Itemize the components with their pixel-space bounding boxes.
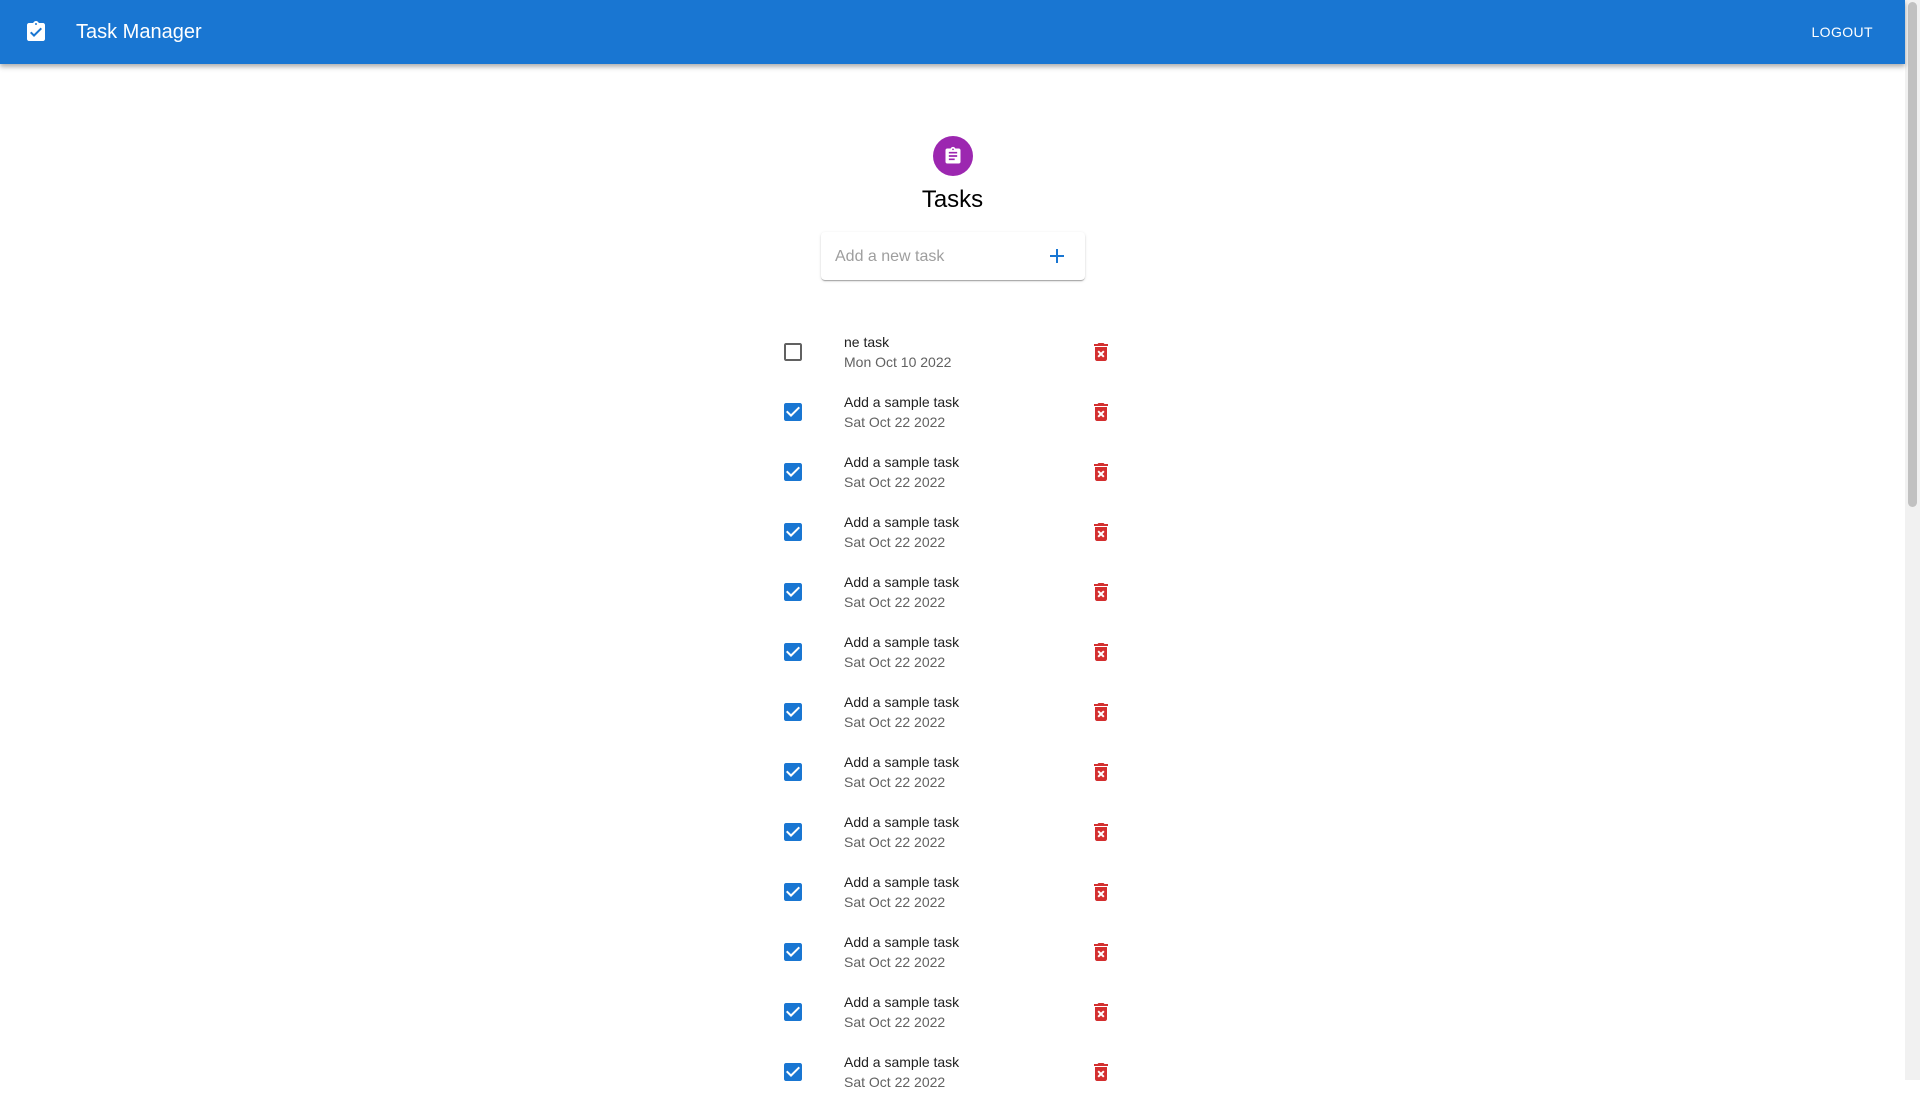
- task-title: Add a sample task: [844, 454, 960, 470]
- page-scrollbar[interactable]: [1905, 0, 1920, 1080]
- task-date: Sat Oct 22 2022: [844, 894, 946, 910]
- task-row: Add a sample task Sat Oct 22 2022: [773, 442, 1133, 502]
- task-text: Add a sample task Sat Oct 22 2022: [844, 512, 959, 552]
- task-date: Sat Oct 22 2022: [844, 534, 946, 550]
- task-text: Add a sample task Sat Oct 22 2022: [844, 872, 959, 912]
- assignment-icon: [943, 146, 963, 166]
- task-title: Add a sample task: [844, 874, 960, 890]
- task-row: Add a sample task Sat Oct 22 2022: [773, 862, 1133, 922]
- delete-task-icon[interactable]: [1089, 640, 1113, 664]
- task-date: Sat Oct 22 2022: [844, 414, 946, 430]
- delete-task-icon[interactable]: [1089, 940, 1113, 964]
- task-title: Add a sample task: [844, 814, 960, 830]
- task-title: Add a sample task: [844, 994, 960, 1010]
- delete-task-icon[interactable]: [1089, 580, 1113, 604]
- task-text: ne task Mon Oct 10 2022: [844, 332, 951, 372]
- delete-task-icon[interactable]: [1089, 700, 1113, 724]
- task-text: Add a sample task Sat Oct 22 2022: [844, 392, 959, 432]
- app-title: Task Manager: [76, 21, 202, 43]
- task-title: Add a sample task: [844, 574, 960, 590]
- checkbox-checked-icon[interactable]: [781, 520, 805, 544]
- task-row: Add a sample task Sat Oct 22 2022: [773, 922, 1133, 982]
- task-text: Add a sample task Sat Oct 22 2022: [844, 692, 959, 732]
- task-date: Sat Oct 22 2022: [844, 654, 946, 670]
- task-row: Add a sample task Sat Oct 22 2022: [773, 982, 1133, 1042]
- task-text: Add a sample task Sat Oct 22 2022: [844, 752, 959, 792]
- add-task-button[interactable]: [1039, 238, 1075, 274]
- delete-task-icon[interactable]: [1089, 760, 1113, 784]
- scrollbar-thumb[interactable]: [1908, 2, 1917, 507]
- delete-task-icon[interactable]: [1089, 880, 1113, 904]
- task-row: ne task Mon Oct 10 2022: [773, 322, 1133, 382]
- add-task-input[interactable]: [833, 232, 1037, 282]
- task-date: Sat Oct 22 2022: [844, 1074, 946, 1090]
- page-title: Tasks: [921, 186, 984, 213]
- task-date: Sat Oct 22 2022: [844, 714, 946, 730]
- task-date: Sat Oct 22 2022: [844, 1014, 946, 1030]
- task-title: Add a sample task: [844, 694, 960, 710]
- task-date: Sat Oct 22 2022: [844, 954, 946, 970]
- app-bar: Task Manager LOGOUT: [0, 0, 1905, 64]
- task-text: Add a sample task Sat Oct 22 2022: [844, 932, 959, 972]
- task-row: Add a sample task Sat Oct 22 2022: [773, 622, 1133, 682]
- task-title: ne task: [844, 334, 890, 350]
- task-text: Add a sample task Sat Oct 22 2022: [844, 452, 959, 492]
- plus-icon: [1045, 244, 1069, 268]
- task-date: Sat Oct 22 2022: [844, 474, 946, 490]
- task-title: Add a sample task: [844, 634, 960, 650]
- add-task-form: [821, 232, 1085, 282]
- checkbox-checked-icon[interactable]: [781, 400, 805, 424]
- task-row: Add a sample task Sat Oct 22 2022: [773, 802, 1133, 862]
- task-title: Add a sample task: [844, 934, 960, 950]
- task-title: Add a sample task: [844, 514, 960, 530]
- task-row: Add a sample task Sat Oct 22 2022: [773, 502, 1133, 562]
- task-title: Add a sample task: [844, 754, 960, 770]
- task-text: Add a sample task Sat Oct 22 2022: [844, 632, 959, 672]
- checkbox-checked-icon[interactable]: [781, 460, 805, 484]
- checkbox-unchecked-icon[interactable]: [781, 340, 805, 364]
- task-date: Sat Oct 22 2022: [844, 834, 946, 850]
- task-row: Add a sample task Sat Oct 22 2022: [773, 562, 1133, 622]
- delete-task-icon[interactable]: [1089, 1000, 1113, 1024]
- task-text: Add a sample task Sat Oct 22 2022: [844, 812, 959, 852]
- task-title: Add a sample task: [844, 394, 960, 410]
- checkbox-checked-icon[interactable]: [781, 760, 805, 784]
- delete-task-icon[interactable]: [1089, 520, 1113, 544]
- checkbox-checked-icon[interactable]: [781, 820, 805, 844]
- checkbox-checked-icon[interactable]: [781, 1000, 805, 1024]
- task-row: Add a sample task Sat Oct 22 2022: [773, 682, 1133, 742]
- assignment-turned-in-icon: [24, 20, 48, 44]
- delete-task-icon[interactable]: [1089, 460, 1113, 484]
- delete-task-icon[interactable]: [1089, 820, 1113, 844]
- checkbox-checked-icon[interactable]: [781, 940, 805, 964]
- task-date: Sat Oct 22 2022: [844, 774, 946, 790]
- checkbox-checked-icon[interactable]: [781, 700, 805, 724]
- task-date: Sat Oct 22 2022: [844, 594, 946, 610]
- logout-button[interactable]: LOGOUT: [1801, 14, 1883, 50]
- task-row: Add a sample task Sat Oct 22 2022: [773, 382, 1133, 442]
- task-text: Add a sample task Sat Oct 22 2022: [844, 992, 959, 1032]
- main-content: Tasks ne task Mon Oct 10 2022 Add a sample…: [0, 64, 1905, 1090]
- checkbox-checked-icon[interactable]: [781, 580, 805, 604]
- task-text: Add a sample task Sat Oct 22 2022: [844, 1052, 959, 1092]
- task-text: Add a sample task Sat Oct 22 2022: [844, 572, 959, 612]
- delete-task-icon[interactable]: [1089, 400, 1113, 424]
- delete-task-icon[interactable]: [1089, 1060, 1113, 1084]
- checkbox-checked-icon[interactable]: [781, 1060, 805, 1084]
- task-title: Add a sample task: [844, 1054, 960, 1070]
- checkbox-checked-icon[interactable]: [781, 640, 805, 664]
- task-list: ne task Mon Oct 10 2022 Add a sample task S…: [773, 322, 1133, 1102]
- task-row: Add a sample task Sat Oct 22 2022: [773, 1042, 1133, 1102]
- tasks-avatar: [933, 136, 973, 176]
- task-date: Mon Oct 10 2022: [844, 354, 952, 370]
- delete-task-icon[interactable]: [1089, 340, 1113, 364]
- task-row: Add a sample task Sat Oct 22 2022: [773, 742, 1133, 802]
- checkbox-checked-icon[interactable]: [781, 880, 805, 904]
